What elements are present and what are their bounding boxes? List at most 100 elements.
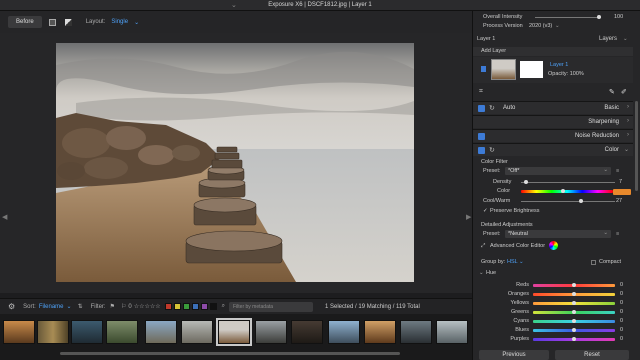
hue-row-value[interactable]: 0 bbox=[620, 282, 623, 288]
color-wheel-icon[interactable] bbox=[549, 241, 558, 250]
section-toggle-icon[interactable] bbox=[478, 133, 485, 140]
filmstrip-scrollbar[interactable] bbox=[60, 352, 400, 355]
hue-row-value[interactable]: 0 bbox=[620, 327, 623, 333]
eraser-icon[interactable]: ✐ bbox=[621, 88, 627, 96]
thumbnail[interactable] bbox=[255, 320, 287, 344]
before-button[interactable]: Before bbox=[8, 16, 42, 28]
chevron-down-icon[interactable]: ⌄ bbox=[555, 23, 560, 29]
chevron-down-icon[interactable]: ⌄ bbox=[134, 19, 139, 26]
hue-row-value[interactable]: 0 bbox=[620, 291, 623, 297]
slider-handle[interactable] bbox=[572, 319, 576, 323]
color-label-blue[interactable] bbox=[191, 303, 199, 310]
slider-handle[interactable] bbox=[572, 283, 576, 287]
section-toggle-icon[interactable] bbox=[478, 147, 485, 154]
chevron-down-icon[interactable]: ⌄ bbox=[479, 270, 484, 276]
sort-order-icon[interactable]: ⇅ bbox=[78, 303, 83, 310]
metadata-filter-input[interactable]: Filter by metadata bbox=[229, 301, 313, 312]
cool-warm-value[interactable]: 27 bbox=[616, 198, 622, 204]
brush-icon[interactable]: ✎ bbox=[609, 88, 615, 96]
hue-row-value[interactable]: 0 bbox=[620, 309, 623, 315]
preserve-brightness-checkbox[interactable]: ✓ bbox=[483, 208, 488, 214]
reset-icon[interactable]: ↻ bbox=[489, 146, 495, 154]
color-label-none[interactable] bbox=[209, 303, 217, 310]
split-view-icon[interactable] bbox=[64, 17, 74, 27]
thumbnail[interactable] bbox=[291, 320, 323, 344]
color-filter-preset-select[interactable]: *Off* ⌄ bbox=[505, 167, 611, 175]
thumbnail[interactable] bbox=[181, 320, 213, 344]
hue-slider[interactable] bbox=[533, 283, 615, 287]
chevron-down-icon[interactable]: ⌄ bbox=[624, 146, 629, 153]
reject-icon[interactable]: ⚐ bbox=[121, 303, 126, 310]
sort-select[interactable]: Filename bbox=[39, 304, 64, 310]
auto-button[interactable]: Auto bbox=[503, 105, 515, 111]
process-version-select[interactable]: 2020 (v3) bbox=[529, 23, 552, 29]
layers-header[interactable]: Layers bbox=[599, 36, 617, 42]
slider-handle[interactable] bbox=[572, 328, 576, 332]
filter-color-swatch[interactable] bbox=[613, 189, 631, 195]
slider-handle[interactable] bbox=[561, 189, 565, 193]
expand-icon[interactable]: ⤢ bbox=[481, 243, 485, 250]
chevron-right-icon[interactable]: › bbox=[627, 132, 629, 138]
color-label-yellow[interactable] bbox=[173, 303, 181, 310]
layer-opacity[interactable]: Opacity: 100% bbox=[548, 71, 584, 77]
color-label-red[interactable] bbox=[164, 303, 172, 310]
thumbnail[interactable] bbox=[328, 320, 360, 344]
noise-reduction-section[interactable]: Noise Reduction › bbox=[473, 129, 633, 142]
hue-row-value[interactable]: 0 bbox=[620, 318, 623, 324]
flag-icon[interactable]: ⚑ bbox=[110, 303, 115, 310]
thumbnail[interactable] bbox=[145, 320, 177, 344]
layer-mask-thumbnail[interactable] bbox=[520, 61, 543, 78]
gear-icon[interactable]: ⚙ bbox=[8, 302, 15, 311]
hue-slider[interactable] bbox=[533, 292, 615, 296]
chevron-down-icon[interactable]: ⌄ bbox=[519, 259, 524, 265]
density-slider[interactable] bbox=[521, 180, 615, 184]
layer-row[interactable]: Layer 1 Opacity: 100% bbox=[473, 57, 633, 83]
chevron-down-icon[interactable]: ⌄ bbox=[67, 303, 72, 310]
slider-handle[interactable] bbox=[597, 15, 601, 19]
search-icon[interactable]: ⌕ bbox=[222, 303, 225, 310]
hue-slider[interactable] bbox=[533, 337, 615, 341]
hue-slider[interactable] bbox=[533, 301, 615, 305]
slider-handle[interactable] bbox=[579, 199, 583, 203]
detailed-preset-select[interactable]: *Neutral ⌄ bbox=[505, 230, 611, 238]
density-value[interactable]: 7 bbox=[619, 179, 622, 185]
advanced-color-editor-button[interactable]: Advanced Color Editor bbox=[490, 243, 545, 249]
hue-row-value[interactable]: 0 bbox=[620, 336, 623, 342]
panel-scrollbar[interactable] bbox=[635, 101, 638, 191]
overall-intensity-value[interactable]: 100 bbox=[614, 14, 623, 20]
sharpening-section[interactable]: Sharpening › bbox=[473, 115, 633, 128]
thumbnail[interactable] bbox=[3, 320, 35, 344]
preset-options-icon[interactable]: ≡ bbox=[616, 231, 619, 237]
thumbnail[interactable] bbox=[71, 320, 103, 344]
thumbnail[interactable] bbox=[400, 320, 432, 344]
color-label-green[interactable] bbox=[182, 303, 190, 310]
color-section[interactable]: ↻ Color ⌄ bbox=[473, 143, 633, 156]
compare-view-icon[interactable] bbox=[48, 17, 58, 27]
layer-name[interactable]: Layer 1 bbox=[550, 62, 568, 68]
cool-warm-slider[interactable] bbox=[521, 199, 615, 203]
group-by-select[interactable]: HSL bbox=[507, 259, 518, 265]
crop-icon[interactable]: ⌗ bbox=[479, 88, 483, 96]
auto-basic-section[interactable]: ↻ Auto Basic › bbox=[473, 101, 633, 114]
chevron-down-icon[interactable]: ⌄ bbox=[623, 36, 628, 42]
hue-slider[interactable] bbox=[533, 310, 615, 314]
layer-visibility-icon[interactable] bbox=[481, 66, 486, 72]
slider-handle[interactable] bbox=[572, 301, 576, 305]
thumbnail[interactable] bbox=[436, 320, 468, 344]
hue-row-value[interactable]: 0 bbox=[620, 300, 623, 306]
thumbnail[interactable] bbox=[364, 320, 396, 344]
section-toggle-icon[interactable] bbox=[478, 105, 485, 112]
chevron-right-icon[interactable]: › bbox=[627, 118, 629, 124]
add-layer-button[interactable]: Add Layer bbox=[481, 48, 506, 54]
color-label-purple[interactable] bbox=[200, 303, 208, 310]
thumbnail[interactable] bbox=[106, 320, 138, 344]
right-panel-toggle-icon[interactable]: ▶ bbox=[466, 213, 471, 221]
reset-button[interactable]: Reset bbox=[555, 350, 629, 360]
compact-checkbox[interactable] bbox=[591, 260, 596, 265]
preset-options-icon[interactable]: ≡ bbox=[616, 168, 619, 174]
left-panel-toggle-icon[interactable]: ◀ bbox=[2, 213, 7, 221]
slider-handle[interactable] bbox=[524, 180, 528, 184]
overall-intensity-slider[interactable] bbox=[535, 15, 601, 19]
reset-icon[interactable]: ↻ bbox=[489, 104, 495, 112]
previous-button[interactable]: Previous bbox=[479, 350, 549, 360]
